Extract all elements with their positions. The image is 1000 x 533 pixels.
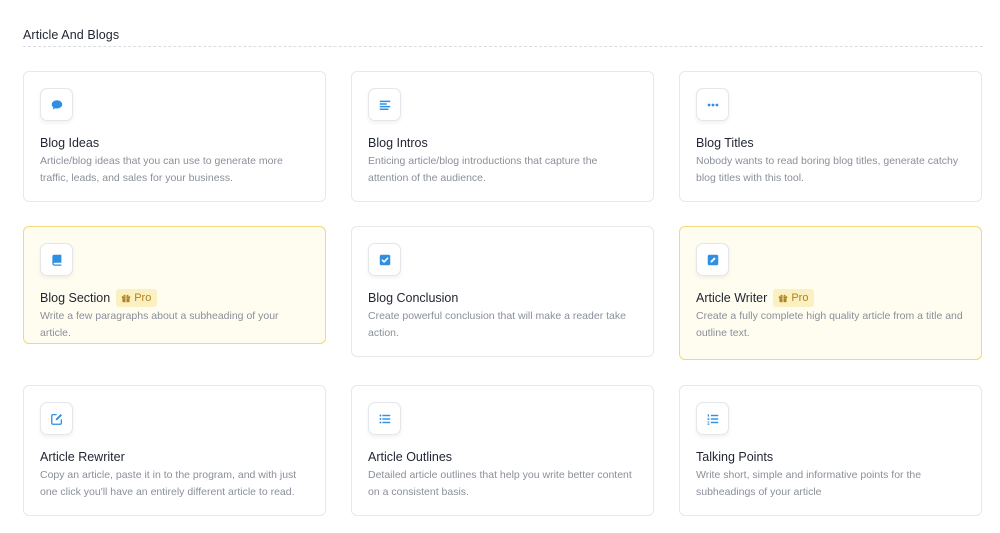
card-description: Detailed article outlines that help you …	[368, 469, 632, 498]
gift-icon	[779, 294, 788, 303]
tool-card-blog-intros[interactable]: Blog Intros Enticing article/blog introd…	[351, 71, 654, 202]
section-header: Article And Blogs	[23, 27, 983, 47]
check-square-icon	[368, 243, 401, 276]
tool-card-blog-titles[interactable]: Blog Titles Nobody wants to read boring …	[679, 71, 982, 202]
tool-card-talking-points[interactable]: Talking Points Write short, simple and i…	[679, 385, 982, 516]
card-title: Article Outlines	[368, 450, 453, 464]
pro-badge-label: Pro	[791, 292, 809, 304]
tool-card-blog-conclusion[interactable]: Blog Conclusion Create powerful conclusi…	[351, 226, 654, 357]
card-description: Enticing article/blog introductions that…	[368, 155, 598, 184]
chat-bubble-icon	[40, 88, 73, 121]
card-title: Blog Ideas	[40, 136, 100, 150]
gift-icon	[122, 294, 131, 303]
tool-card-blog-section[interactable]: Blog Section Pro Write a few paragraphs …	[23, 226, 326, 344]
card-title: Blog Titles	[696, 136, 754, 150]
card-title: Blog Intros	[368, 136, 428, 150]
section-title: Article And Blogs	[23, 28, 120, 42]
pen-square-icon	[696, 243, 729, 276]
align-left-icon	[368, 88, 401, 121]
card-title: Article Rewriter	[40, 450, 125, 464]
card-description: Nobody wants to read boring blog titles,…	[696, 155, 959, 184]
pro-badge: Pro	[773, 289, 815, 307]
ellipsis-icon	[696, 88, 729, 121]
pro-badge-label: Pro	[134, 292, 152, 304]
pro-badge: Pro	[116, 289, 158, 307]
card-description: Create powerful conclusion that will mak…	[368, 310, 626, 339]
tool-card-article-outlines[interactable]: Article Outlines Detailed article outlin…	[351, 385, 654, 516]
card-title: Talking Points	[696, 450, 774, 464]
card-description: Create a fully complete high quality art…	[696, 310, 963, 339]
tool-card-article-writer[interactable]: Article Writer Pro Create a fully comple…	[679, 226, 982, 360]
list-icon	[368, 402, 401, 435]
tool-card-article-rewriter[interactable]: Article Rewriter Copy an article, paste …	[23, 385, 326, 516]
book-icon	[40, 243, 73, 276]
ordered-list-icon	[696, 402, 729, 435]
card-title: Blog Conclusion	[368, 291, 459, 305]
card-description: Write short, simple and informative poin…	[696, 469, 922, 498]
card-title: Article Writer	[696, 291, 768, 305]
edit-icon	[40, 402, 73, 435]
card-title: Blog Section	[40, 291, 111, 305]
card-description: Article/blog ideas that you can use to g…	[40, 155, 283, 184]
card-description: Write a few paragraphs about a subheadin…	[40, 310, 279, 339]
card-description: Copy an article, paste it in to the prog…	[40, 469, 297, 498]
tool-card-blog-ideas[interactable]: Blog Ideas Article/blog ideas that you c…	[23, 71, 326, 202]
